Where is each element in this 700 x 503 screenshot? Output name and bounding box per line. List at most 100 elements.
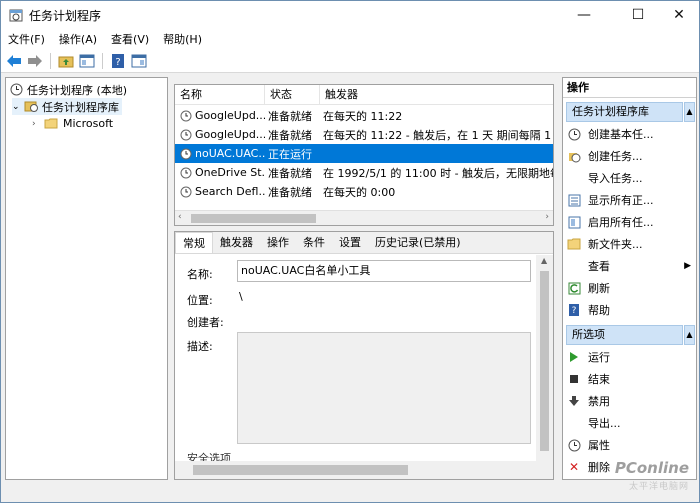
maximize-button[interactable]: ☐: [615, 1, 661, 29]
column-header-trigger[interactable]: 触发器: [320, 85, 553, 105]
action-refresh[interactable]: 刷新: [567, 278, 695, 298]
menu-help[interactable]: 帮助(H): [156, 31, 209, 47]
action-label: 导出...: [588, 417, 621, 430]
tab-history[interactable]: 历史记录(已禁用): [368, 232, 468, 253]
detail-vertical-scrollbar[interactable]: ▲: [536, 255, 553, 463]
scrollbar-thumb[interactable]: [193, 465, 408, 475]
new-folder-icon: [567, 237, 581, 251]
tab-general[interactable]: 常规: [175, 232, 213, 253]
create-task-icon: [567, 149, 581, 163]
menu-file[interactable]: 文件(F): [1, 31, 52, 47]
author-label: 创建者:: [187, 316, 224, 329]
column-header-status[interactable]: 状态: [265, 85, 320, 105]
description-field[interactable]: [237, 332, 531, 444]
action-new-folder[interactable]: 新文件夹...: [567, 234, 695, 254]
delete-icon: ✕: [568, 460, 580, 474]
task-row[interactable]: OneDrive St... 准备就绪 在 1992/5/1 的 11:00 时…: [175, 163, 553, 182]
task-name-field[interactable]: noUAC.UAC白名单小工具: [237, 260, 531, 282]
task-list: 名称 状态 触发器 GoogleUpd... 准备就绪 在每天的 11:22 G…: [174, 84, 554, 226]
menu-bar: 文件(F) 操作(A) 查看(V) 帮助(H): [1, 29, 699, 49]
tab-conditions[interactable]: 条件: [296, 232, 332, 253]
minimize-button[interactable]: —: [561, 1, 607, 29]
main-window: 任务计划程序 — ☐ ✕ 文件(F) 操作(A) 查看(V) 帮助(H) ? 任…: [0, 0, 700, 503]
action-create-basic-task[interactable]: 创建基本任...: [567, 124, 695, 144]
collapse-caret-icon[interactable]: ▲: [684, 325, 695, 345]
action-import-task[interactable]: 导入任务...: [567, 168, 695, 188]
up-folder-button[interactable]: [57, 52, 75, 70]
task-list-header: 名称 状态 触发器: [175, 85, 553, 105]
console-tree-icon: [79, 54, 95, 67]
export-icon: [567, 416, 581, 430]
task-clock-icon: [180, 167, 192, 178]
task-name: OneDrive St...: [195, 166, 265, 179]
help-button[interactable]: ?: [109, 52, 127, 70]
tab-triggers[interactable]: 触发器: [213, 232, 260, 253]
forward-button[interactable]: [26, 52, 44, 70]
navigation-tree: 任务计划程序 (本地) ⌄ 任务计划程序库 › Microsoft: [5, 77, 168, 480]
actions-header: 操作: [563, 78, 696, 98]
watermark-sub: 太平洋电脑网: [628, 482, 689, 492]
column-header-name[interactable]: 名称: [175, 85, 265, 105]
status-bar: [1, 484, 699, 502]
action-export[interactable]: 导出...: [567, 413, 695, 433]
menu-action[interactable]: 操作(A): [52, 31, 104, 47]
task-row-selected[interactable]: noUAC.UAC... 正在运行: [175, 144, 553, 163]
import-icon: [567, 171, 581, 185]
action-end[interactable]: 结束: [567, 369, 695, 389]
menu-view[interactable]: 查看(V): [104, 31, 156, 47]
section-selected-item[interactable]: 所选项: [566, 325, 683, 345]
scroll-up-icon[interactable]: ▲: [541, 256, 547, 265]
task-row[interactable]: GoogleUpd... 准备就绪 在每天的 11:22: [175, 106, 553, 125]
back-button[interactable]: [5, 52, 23, 70]
action-help[interactable]: ? 帮助: [567, 300, 695, 320]
task-name: GoogleUpd...: [195, 128, 265, 141]
horizontal-scrollbar[interactable]: ‹ ›: [175, 210, 553, 225]
tree-item-library[interactable]: ⌄ 任务计划程序库: [12, 98, 122, 115]
window-title: 任务计划程序: [29, 8, 102, 23]
detail-horizontal-scrollbar[interactable]: [175, 461, 553, 479]
collapse-caret-icon[interactable]: ▲: [684, 102, 695, 122]
scrollbar-thumb[interactable]: [191, 214, 316, 223]
task-row[interactable]: GoogleUpd... 准备就绪 在每天的 11:22 - 触发后，在 1 天…: [175, 125, 553, 144]
folder-icon: [44, 118, 58, 129]
task-status: 正在运行: [268, 147, 312, 161]
tab-actions[interactable]: 操作: [260, 232, 296, 253]
task-status: 准备就绪: [268, 166, 312, 180]
show-action-pane-button[interactable]: [130, 52, 148, 70]
action-enable-history[interactable]: 启用所有任...: [567, 212, 695, 232]
action-label: 结束: [588, 373, 610, 386]
tree-item-root[interactable]: 任务计划程序 (本地): [10, 81, 127, 98]
toolbar-separator: [50, 52, 51, 69]
back-arrow-icon: [7, 54, 21, 67]
location-value: \: [239, 290, 243, 303]
tree-item-microsoft[interactable]: › Microsoft: [32, 115, 113, 132]
scroll-right-icon[interactable]: ›: [545, 212, 549, 222]
task-name: Search Defl...: [195, 185, 265, 198]
action-run[interactable]: 运行: [567, 347, 695, 367]
action-create-task[interactable]: 创建任务...: [567, 146, 695, 166]
action-label: 启用所有任...: [588, 216, 654, 229]
task-status: 准备就绪: [268, 128, 312, 142]
scroll-left-icon[interactable]: ‹: [178, 212, 182, 222]
refresh-icon: [567, 281, 581, 295]
watermark-brand: PConline: [614, 459, 689, 477]
title-bar: 任务计划程序 — ☐ ✕: [1, 1, 699, 29]
task-name: GoogleUpd...: [195, 109, 265, 122]
task-clock-icon: [180, 148, 192, 159]
action-show-running[interactable]: 显示所有正...: [567, 190, 695, 210]
stop-icon: [567, 372, 581, 386]
task-row[interactable]: Search Defl... 准备就绪 在每天的 0:00: [175, 182, 553, 201]
view-icon: [567, 259, 581, 273]
section-selected-item-label: 所选项: [572, 328, 605, 341]
action-view[interactable]: 查看 ▶: [567, 256, 695, 276]
detail-tabs: 常规 触发器 操作 条件 设置 历史记录(已禁用): [175, 232, 553, 254]
action-properties[interactable]: 属性: [567, 435, 695, 455]
scrollbar-thumb[interactable]: [540, 271, 549, 451]
clock-icon: [10, 83, 23, 96]
show-hide-console-button[interactable]: [78, 52, 96, 70]
tab-settings[interactable]: 设置: [332, 232, 368, 253]
list-icon: [567, 193, 581, 207]
close-button[interactable]: ✕: [656, 1, 700, 29]
action-disable[interactable]: 禁用: [567, 391, 695, 411]
section-task-library[interactable]: 任务计划程序库: [566, 102, 683, 122]
